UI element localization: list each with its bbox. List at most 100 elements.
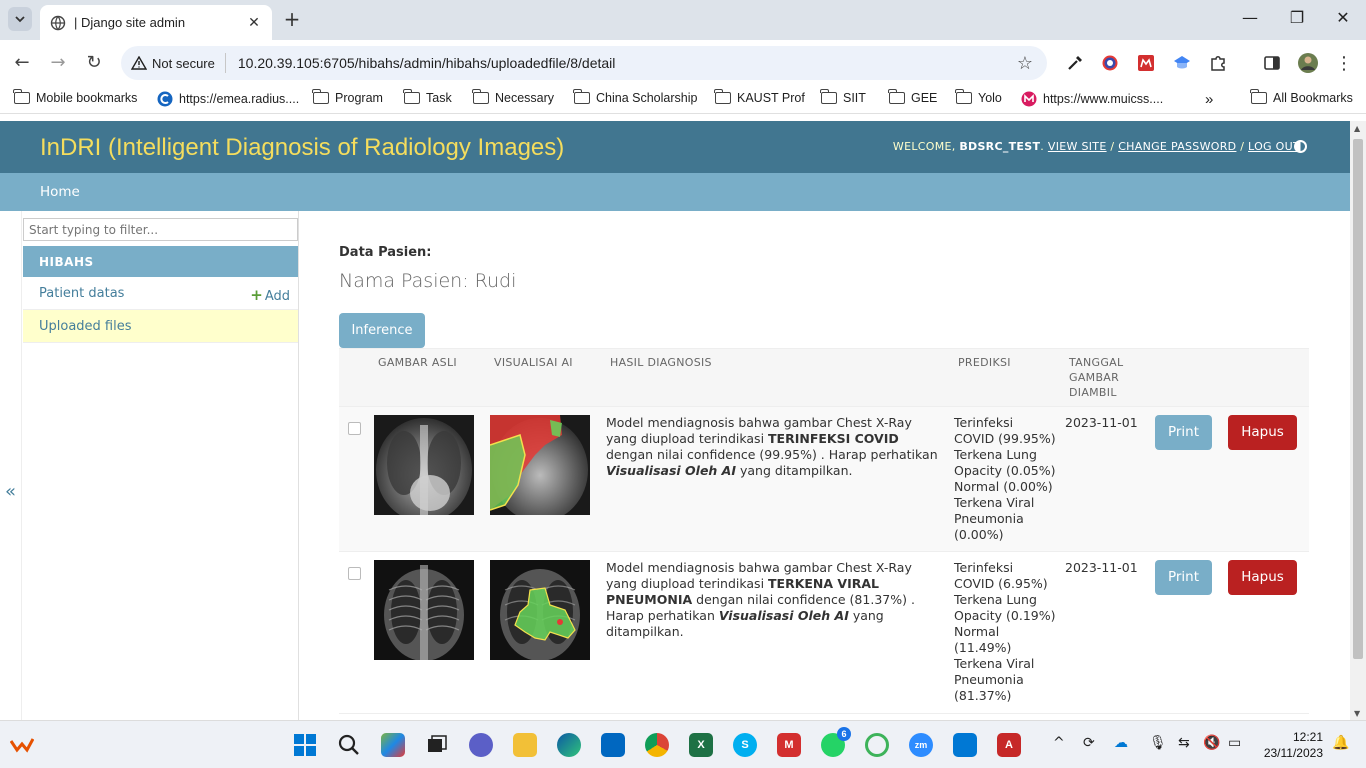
browser-tab[interactable]: | Django site admin ✕: [40, 5, 272, 40]
logout-link[interactable]: LOG OUT: [1248, 140, 1300, 153]
task-view-icon[interactable]: [425, 733, 449, 757]
sync-icon[interactable]: ⟳: [1083, 735, 1095, 751]
nav-filter-input[interactable]: [23, 218, 298, 241]
chrome-icon[interactable]: [645, 733, 669, 757]
change-password-link[interactable]: CHANGE PASSWORD: [1118, 140, 1236, 153]
breadcrumb-home-link[interactable]: Home: [40, 184, 80, 200]
bookmark-star-icon[interactable]: ☆: [1017, 53, 1033, 74]
print-button[interactable]: Print: [1155, 560, 1212, 595]
search-icon[interactable]: [337, 733, 361, 757]
bookmark-necessary[interactable]: Necessary: [472, 89, 554, 105]
extensions-puzzle-icon[interactable]: [1207, 52, 1229, 74]
close-window-icon[interactable]: ✕: [1331, 8, 1355, 27]
row-checkbox[interactable]: [348, 422, 361, 435]
prediction-item: Terkena Viral Pneumonia (81.37%): [954, 656, 1035, 703]
original-xray-image[interactable]: [374, 415, 474, 515]
scholar-extension-icon[interactable]: [1171, 52, 1193, 74]
add-patient-data-link[interactable]: + Add: [250, 286, 290, 304]
admin-header: InDRI (Intelligent Diagnosis of Radiolog…: [0, 121, 1350, 173]
refresh-app-icon[interactable]: [865, 733, 889, 757]
battery-icon[interactable]: ▭: [1228, 735, 1241, 751]
acrobat-icon[interactable]: A: [997, 733, 1021, 757]
new-tab-button[interactable]: +: [282, 9, 302, 29]
page-scrollbar[interactable]: ▲ ▼: [1350, 121, 1366, 721]
copilot-icon[interactable]: [381, 733, 405, 757]
chrome-menu-icon[interactable]: ⋮: [1333, 52, 1355, 74]
windows-start-icon[interactable]: [293, 733, 317, 757]
widgets-icon[interactable]: [10, 733, 34, 757]
site-brand[interactable]: InDRI (Intelligent Diagnosis of Radiolog…: [40, 134, 564, 162]
bookmark-gee[interactable]: GEE: [888, 89, 937, 105]
delete-button[interactable]: Hapus: [1228, 415, 1297, 450]
minimize-icon[interactable]: —: [1238, 8, 1262, 27]
bookmark-yolo[interactable]: Yolo: [955, 89, 1002, 105]
bookmark-mobile[interactable]: Mobile bookmarks: [13, 89, 137, 105]
user-tools: WELCOME, BDSRC_TEST. VIEW SITE / CHANGE …: [892, 140, 1300, 153]
file-explorer-icon[interactable]: [513, 733, 537, 757]
bookmark-muicss[interactable]: https://www.muicss....: [1021, 91, 1163, 107]
eyedropper-extension-icon[interactable]: [1064, 52, 1086, 74]
address-bar[interactable]: Not secure 10.20.39.105:6705/hibahs/admi…: [121, 46, 1047, 80]
bookmark-task[interactable]: Task: [403, 89, 452, 105]
forward-icon[interactable]: →: [47, 52, 69, 74]
results-table: GAMBAR ASLI VISUALISAI AI HASIL DIAGNOSI…: [339, 348, 1309, 714]
security-indicator[interactable]: Not secure: [131, 53, 226, 73]
bookmark-label: SIIT: [843, 91, 866, 105]
ai-visualization-image[interactable]: [490, 560, 590, 660]
theme-toggle-icon[interactable]: [1294, 140, 1307, 153]
view-site-link[interactable]: VIEW SITE: [1048, 140, 1107, 153]
image-date: 2023-11-01: [1061, 551, 1151, 714]
notifications-bell-icon[interactable]: 🔔: [1332, 735, 1349, 751]
close-tab-icon[interactable]: ✕: [246, 15, 262, 31]
all-bookmarks[interactable]: All Bookmarks: [1250, 89, 1353, 105]
zoom-icon[interactable]: zm: [909, 733, 933, 757]
sidebar-item-patient-datas[interactable]: Patient datas + Add: [23, 277, 298, 310]
bookmark-siit[interactable]: SIIT: [820, 89, 866, 105]
scroll-down-icon[interactable]: ▼: [1354, 709, 1360, 718]
edge-icon[interactable]: [557, 733, 581, 757]
restore-icon[interactable]: ❐: [1285, 8, 1309, 27]
color-picker-extension-icon[interactable]: [1099, 52, 1121, 74]
ai-visualization-image[interactable]: [490, 415, 590, 515]
patient-datas-link[interactable]: Patient datas: [39, 286, 124, 301]
onedrive-cloud-icon[interactable]: ☁: [1114, 735, 1128, 751]
bookmark-emea[interactable]: https://emea.radius....: [157, 91, 299, 107]
tab-search-button[interactable]: [8, 7, 32, 31]
inference-button[interactable]: Inference: [339, 313, 425, 348]
table-row: Model mendiagnosis bahwa gambar Chest X-…: [339, 551, 1309, 714]
bookmark-kaust-prof[interactable]: KAUST Prof: [714, 89, 805, 105]
original-xray-image[interactable]: [374, 560, 474, 660]
notepad-icon[interactable]: [953, 733, 977, 757]
mendeley-extension-icon[interactable]: [1135, 52, 1157, 74]
sidebar-item-uploaded-files[interactable]: Uploaded files: [23, 310, 298, 343]
network-icon[interactable]: ⇆: [1178, 735, 1190, 751]
microphone-icon[interactable]: 🎙: [1149, 735, 1167, 751]
profile-avatar[interactable]: [1297, 52, 1319, 74]
teams-chat-icon[interactable]: [469, 733, 493, 757]
reload-icon[interactable]: ↻: [83, 52, 105, 74]
volume-muted-icon[interactable]: 🔇: [1203, 735, 1220, 751]
excel-icon[interactable]: X: [689, 733, 713, 757]
delete-button[interactable]: Hapus: [1228, 560, 1297, 595]
prediction-item: Terinfeksi COVID (6.95%): [954, 560, 1048, 591]
show-hidden-icons-chevron-icon[interactable]: ^: [1053, 735, 1065, 751]
skype-icon[interactable]: S: [733, 733, 757, 757]
scrollbar-thumb[interactable]: [1353, 139, 1363, 659]
side-panel-icon[interactable]: [1261, 52, 1283, 74]
mendeley-icon[interactable]: M: [777, 733, 801, 757]
more-bookmarks-chevron-icon[interactable]: »: [1205, 91, 1213, 108]
prediction-item: Terkena Lung Opacity (0.05%): [954, 447, 1056, 478]
url-text[interactable]: 10.20.39.105:6705/hibahs/admin/hibahs/up…: [238, 55, 1017, 71]
module-caption-hibahs[interactable]: HIBAHS: [23, 246, 298, 277]
bookmark-program[interactable]: Program: [312, 89, 383, 105]
print-button[interactable]: Print: [1155, 415, 1212, 450]
row-checkbox[interactable]: [348, 567, 361, 580]
microsoft-store-icon[interactable]: [601, 733, 625, 757]
sidebar-collapse-toggle[interactable]: «: [0, 211, 22, 721]
whatsapp-icon[interactable]: 6: [821, 727, 851, 757]
uploaded-files-link[interactable]: Uploaded files: [39, 319, 132, 334]
system-clock[interactable]: 12:21 23/11/2023: [1264, 729, 1323, 761]
bookmark-china-scholarship[interactable]: China Scholarship: [573, 89, 697, 105]
scroll-up-icon[interactable]: ▲: [1354, 124, 1360, 133]
back-icon[interactable]: ←: [11, 52, 33, 74]
